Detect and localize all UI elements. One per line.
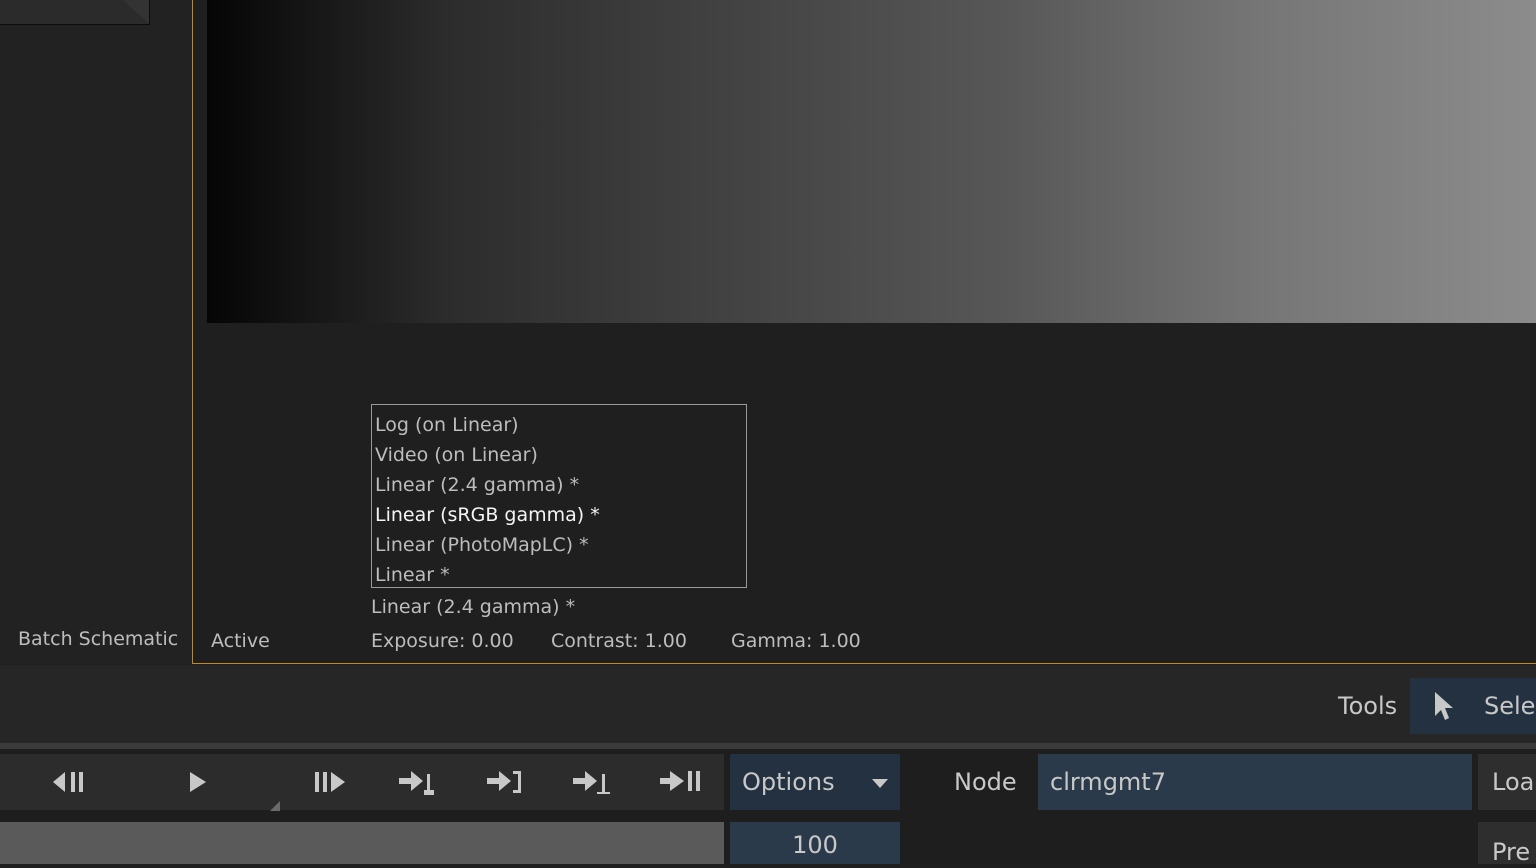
timeline-scrubber[interactable] (0, 822, 724, 864)
batch-schematic-label: Batch Schematic (18, 628, 179, 650)
tools-bar (0, 665, 1536, 743)
preview-button-label: Pre (1492, 838, 1531, 864)
lut-option[interactable]: Video (on Linear) (372, 440, 746, 470)
select-tool-label: Selec (1484, 692, 1536, 720)
lut-dropdown-list[interactable]: Log (on Linear) Video (on Linear) Linear… (371, 404, 747, 588)
go-to-end-button[interactable] (650, 754, 710, 810)
node-label: Node (954, 768, 1017, 796)
exposure-readout[interactable]: Exposure: 0.00 (371, 630, 514, 652)
contrast-readout[interactable]: Contrast: 1.00 (551, 630, 687, 652)
preview-button[interactable]: Pre (1478, 822, 1536, 864)
transport-controls (0, 754, 724, 811)
node-thumbnail[interactable] (0, 0, 150, 25)
gamma-readout[interactable]: Gamma: 1.00 (731, 630, 861, 652)
viewer-status-label: Active (211, 630, 270, 652)
lut-option[interactable]: Log (on Linear) (372, 410, 746, 440)
step-back-icon (51, 770, 91, 794)
step-back-button[interactable] (40, 754, 102, 810)
tools-label: Tools (1338, 692, 1398, 720)
chevron-down-icon (872, 779, 888, 788)
resize-corner-icon (270, 796, 280, 815)
play-icon (186, 770, 210, 794)
frame-number-field[interactable]: 100 (730, 822, 900, 864)
go-to-in-icon (397, 768, 437, 796)
pointer-arrow-icon (1432, 690, 1456, 726)
step-forward-icon (307, 770, 347, 794)
node-name-field[interactable]: clrmgmt7 (1038, 754, 1472, 810)
lut-option[interactable]: Linear * (372, 560, 746, 590)
load-button[interactable]: Loa (1478, 754, 1536, 810)
go-to-mark-icon (571, 768, 611, 796)
lut-option-selected[interactable]: Linear (sRGB gamma) * (372, 500, 746, 530)
go-to-end-icon (658, 768, 702, 796)
play-button[interactable] (170, 754, 226, 810)
go-to-mark-button[interactable] (562, 754, 620, 810)
viewer-image (207, 0, 1536, 323)
load-button-label: Loa (1492, 768, 1535, 796)
go-to-in-button[interactable] (388, 754, 446, 810)
options-label: Options (742, 768, 835, 796)
go-to-out-icon (485, 768, 525, 796)
go-to-out-button[interactable] (476, 754, 534, 810)
step-forward-button[interactable] (298, 754, 356, 810)
current-lut-label[interactable]: Linear (2.4 gamma) * (371, 596, 575, 618)
lut-option[interactable]: Linear (PhotoMapLC) * (372, 530, 746, 560)
lut-option[interactable]: Linear (2.4 gamma) * (372, 470, 746, 500)
schematic-panel[interactable]: Batch Schematic (0, 0, 192, 664)
